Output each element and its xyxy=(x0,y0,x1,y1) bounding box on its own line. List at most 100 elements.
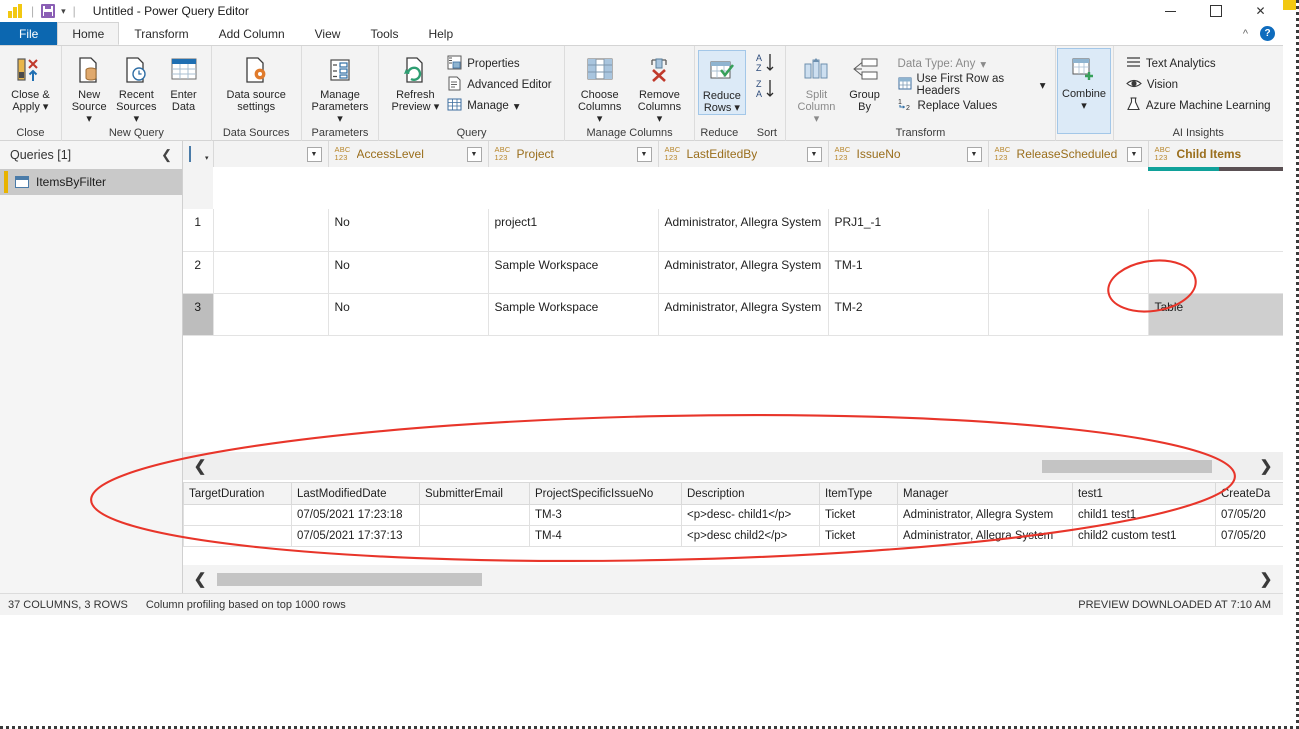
preview-cell-itemtype[interactable]: Ticket xyxy=(820,526,898,547)
use-first-row-as-headers-button[interactable]: Use First Row as Headers ▾ xyxy=(894,74,1050,95)
chevron-up-icon[interactable]: ^ xyxy=(1243,28,1248,40)
cell-releasescheduled[interactable] xyxy=(988,251,1148,293)
chevron-down-icon[interactable]: ▾ xyxy=(205,154,209,162)
preview-cell-description[interactable]: <p>desc- child1</p> xyxy=(682,505,820,526)
preview-column-lastmodifieddate[interactable]: LastModifiedDate xyxy=(292,483,420,505)
cell-issueno[interactable]: TM-2 xyxy=(828,293,988,335)
filter-dropdown-icon[interactable]: ▼ xyxy=(1127,147,1142,162)
close-and-apply-button[interactable]: Close &Apply ▾ xyxy=(7,50,54,113)
cell-accesslevel[interactable]: No xyxy=(328,251,488,293)
preview-cell-submitteremail[interactable] xyxy=(420,526,530,547)
chevron-down-icon[interactable]: ▾ xyxy=(734,102,740,114)
table-row[interactable]: 2 No Sample Workspace Administrator, All… xyxy=(183,251,1283,293)
cell-blank[interactable] xyxy=(213,293,328,335)
column-header-blank[interactable]: ▼ xyxy=(213,141,328,167)
column-header-releasescheduled[interactable]: ABC123 ReleaseScheduled ▼ xyxy=(988,141,1148,167)
sort-descending-button[interactable]: Z A xyxy=(753,78,781,104)
cell-lasteditedby[interactable]: Administrator, Allegra System xyxy=(658,209,828,251)
cell-blank[interactable] xyxy=(213,251,328,293)
table-row[interactable]: 07/05/2021 17:37:13 TM-4 <p>desc child2<… xyxy=(184,526,1284,547)
upper-scroll-track[interactable] xyxy=(217,452,1249,480)
help-icon[interactable]: ? xyxy=(1260,26,1275,41)
preview-cell-createdate[interactable]: 07/05/20 xyxy=(1216,505,1284,526)
preview-cell-submitteremail[interactable] xyxy=(420,505,530,526)
preview-cell-test1[interactable]: child2 custom test1 xyxy=(1073,526,1216,547)
preview-cell-projectspecificissueno[interactable]: TM-4 xyxy=(530,526,682,547)
scroll-right-icon[interactable]: ❯ xyxy=(1249,452,1283,480)
cell-issueno[interactable]: PRJ1_-1 xyxy=(828,209,988,251)
manage-button[interactable]: Manage ▾ xyxy=(443,95,555,116)
column-header-accesslevel[interactable]: ABC123 AccessLevel ▼ xyxy=(328,141,488,167)
lower-horizontal-scrollbar[interactable]: ❮ ❯ xyxy=(183,565,1283,593)
chevron-down-icon[interactable]: ▾ xyxy=(657,113,663,125)
manage-parameters-button[interactable]: ManageParameters ▾ xyxy=(307,50,374,125)
combine-button[interactable]: Combine▾ xyxy=(1057,48,1111,134)
refresh-preview-button[interactable]: RefreshPreview ▾ xyxy=(388,50,444,113)
table-row[interactable]: 3 No Sample Workspace Administrator, All… xyxy=(183,293,1283,335)
chevron-down-icon[interactable]: ▾ xyxy=(980,57,986,71)
preview-column-submitteremail[interactable]: SubmitterEmail xyxy=(420,483,530,505)
cell-lasteditedby[interactable]: Administrator, Allegra System xyxy=(658,293,828,335)
filter-dropdown-icon[interactable]: ▼ xyxy=(467,147,482,162)
text-analytics-button[interactable]: Text Analytics xyxy=(1122,53,1275,74)
chevron-down-icon[interactable]: ▾ xyxy=(514,99,520,113)
minimize-icon[interactable] xyxy=(1148,0,1193,22)
cell-project[interactable]: Sample Workspace xyxy=(488,251,658,293)
preview-cell-manager[interactable]: Administrator, Allegra System xyxy=(898,526,1073,547)
reduce-rows-button[interactable]: ReduceRows ▾ xyxy=(698,50,746,115)
data-type-button[interactable]: Data Type: Any ▾ xyxy=(894,53,1050,74)
tab-help[interactable]: Help xyxy=(413,22,468,45)
filter-dropdown-icon[interactable]: ▼ xyxy=(807,147,822,162)
data-source-settings-button[interactable]: Data sourcesettings xyxy=(223,50,290,113)
scroll-right-icon[interactable]: ❯ xyxy=(1249,565,1283,593)
column-header-child-items[interactable]: ABC123 Child Items ⇵ xyxy=(1148,141,1283,167)
preview-cell-manager[interactable]: Administrator, Allegra System xyxy=(898,505,1073,526)
chevron-down-icon[interactable]: ▾ xyxy=(1081,100,1087,112)
filter-dropdown-icon[interactable]: ▼ xyxy=(967,147,982,162)
preview-column-projectspecificissueno[interactable]: ProjectSpecificIssueNo xyxy=(530,483,682,505)
preview-cell-description[interactable]: <p>desc child2</p> xyxy=(682,526,820,547)
lower-scroll-track[interactable] xyxy=(217,565,1249,593)
group-by-button[interactable]: GroupBy xyxy=(842,50,888,113)
filter-dropdown-icon[interactable]: ▼ xyxy=(307,147,322,162)
column-header-project[interactable]: ABC123 Project ▼ xyxy=(488,141,658,167)
replace-values-button[interactable]: 1 2 Replace Values xyxy=(894,95,1050,116)
preview-cell-lastmodifieddate[interactable]: 07/05/2021 17:37:13 xyxy=(292,526,420,547)
chevron-down-icon[interactable]: ▾ xyxy=(43,101,49,113)
lower-scroll-thumb[interactable] xyxy=(217,573,482,586)
tab-home[interactable]: Home xyxy=(57,22,119,45)
cell-child-items[interactable]: null xyxy=(1148,209,1283,251)
preview-column-createdate[interactable]: CreateDa xyxy=(1216,483,1284,505)
scroll-left-icon[interactable]: ❮ xyxy=(183,565,217,593)
preview-cell-lastmodifieddate[interactable]: 07/05/2021 17:23:18 xyxy=(292,505,420,526)
save-icon[interactable] xyxy=(41,4,55,18)
table-row[interactable]: 1 No project1 Administrator, Allegra Sys… xyxy=(183,209,1283,251)
preview-column-test1[interactable]: test1 xyxy=(1073,483,1216,505)
cell-child-items[interactable]: null xyxy=(1148,251,1283,293)
preview-column-targetduration[interactable]: TargetDuration xyxy=(184,483,292,505)
table-row[interactable]: 07/05/2021 17:23:18 TM-3 <p>desc- child1… xyxy=(184,505,1284,526)
chevron-down-icon[interactable]: ▾ xyxy=(61,6,66,17)
chevron-down-icon[interactable]: ▾ xyxy=(814,113,820,125)
azure-machine-learning-button[interactable]: Azure Machine Learning xyxy=(1122,95,1275,116)
sort-ascending-button[interactable]: A Z xyxy=(753,52,781,78)
enter-data-button[interactable]: EnterData xyxy=(161,50,207,113)
preview-cell-projectspecificissueno[interactable]: TM-3 xyxy=(530,505,682,526)
scroll-left-icon[interactable]: ❮ xyxy=(183,452,217,480)
remove-columns-button[interactable]: RemoveColumns ▾ xyxy=(630,50,690,125)
chevron-down-icon[interactable]: ▾ xyxy=(86,113,92,125)
chevron-left-icon[interactable]: ❮ xyxy=(161,147,172,163)
preview-cell-test1[interactable]: child1 test1 xyxy=(1073,505,1216,526)
select-all-table-button[interactable]: ▾ xyxy=(183,141,213,167)
new-source-button[interactable]: NewSource ▾ xyxy=(66,50,112,125)
chevron-down-icon[interactable]: ▾ xyxy=(134,113,140,125)
recent-sources-button[interactable]: RecentSources ▾ xyxy=(112,50,160,125)
tab-tools[interactable]: Tools xyxy=(355,22,413,45)
preview-cell-itemtype[interactable]: Ticket xyxy=(820,505,898,526)
cell-releasescheduled[interactable] xyxy=(988,293,1148,335)
chevron-down-icon[interactable]: ▾ xyxy=(434,101,440,113)
chevron-down-icon[interactable]: ▾ xyxy=(597,113,603,125)
preview-cell-createdate[interactable]: 07/05/20 xyxy=(1216,526,1284,547)
vision-button[interactable]: Vision xyxy=(1122,74,1275,95)
cell-issueno[interactable]: TM-1 xyxy=(828,251,988,293)
